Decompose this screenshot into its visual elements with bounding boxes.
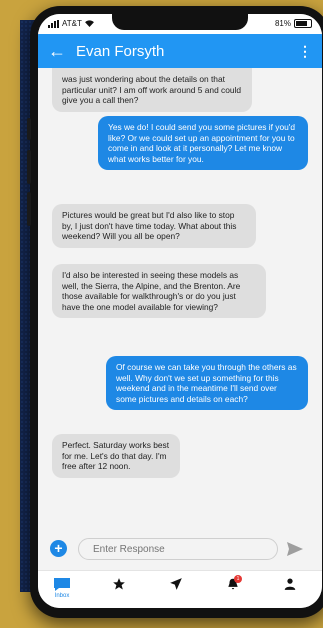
- status-left: AT&T: [48, 19, 94, 28]
- notification-badge: 1: [234, 575, 242, 583]
- message-incoming: Perfect. Saturday works best for me. Let…: [52, 434, 180, 478]
- send-button-icon[interactable]: [286, 541, 304, 557]
- send-icon: [170, 578, 182, 590]
- message-incoming: I'd also be interested in seeing these m…: [52, 264, 266, 319]
- composer: +: [38, 534, 322, 564]
- signal-icon: [48, 19, 59, 28]
- bottom-tab-bar: Inbox 1: [38, 570, 322, 608]
- tab-inbox-label: Inbox: [54, 593, 70, 599]
- phone-screen: AT&T 81% ← Evan Forsyth ⋮ was just wonde…: [38, 14, 322, 608]
- star-icon: [113, 578, 125, 590]
- app-bar: ← Evan Forsyth ⋮: [38, 34, 322, 68]
- more-menu-icon[interactable]: ⋮: [298, 43, 312, 60]
- message-outgoing: Of course we can take you through the ot…: [106, 356, 308, 411]
- phone-volume-up: [27, 150, 31, 184]
- person-icon: [284, 578, 296, 590]
- status-right: 81%: [275, 19, 312, 28]
- tab-inbox[interactable]: Inbox: [50, 577, 74, 599]
- status-bar: AT&T 81%: [38, 14, 322, 34]
- message-incoming: Pictures would be great but I'd also lik…: [52, 204, 256, 248]
- tab-favorites[interactable]: [107, 577, 131, 591]
- back-arrow-icon[interactable]: ←: [48, 41, 72, 62]
- notch: [112, 14, 248, 30]
- response-input[interactable]: [78, 538, 278, 560]
- tab-sent[interactable]: [164, 577, 188, 591]
- phone-volume-down: [27, 192, 31, 226]
- wifi-icon: [84, 20, 94, 27]
- battery-icon: [294, 19, 312, 28]
- carrier-label: AT&T: [62, 19, 82, 28]
- chat-icon: [54, 578, 70, 591]
- tab-notifications[interactable]: 1: [221, 575, 245, 591]
- phone-side-button: [27, 118, 31, 140]
- message-outgoing: Yes we do! I could send you some picture…: [98, 116, 308, 171]
- contact-name: Evan Forsyth: [76, 42, 165, 60]
- message-incoming: was just wondering about the details on …: [52, 68, 252, 112]
- tab-profile[interactable]: [278, 577, 302, 591]
- add-attachment-button[interactable]: +: [50, 540, 67, 557]
- battery-percent: 81%: [274, 19, 291, 28]
